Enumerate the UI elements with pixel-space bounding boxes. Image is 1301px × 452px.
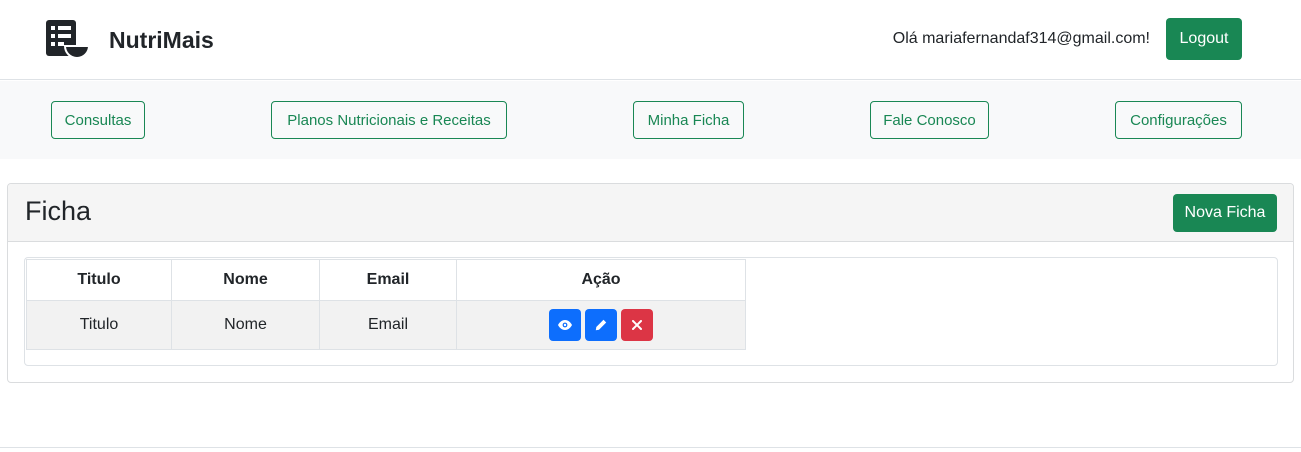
table-container: Titulo Nome Email Ação Titulo Nome Email xyxy=(24,257,1278,366)
logout-button[interactable]: Logout xyxy=(1166,18,1242,60)
cell-nome: Nome xyxy=(171,300,320,350)
column-header-acao: Ação xyxy=(456,259,746,301)
ficha-table: Titulo Nome Email Ação Titulo Nome Email xyxy=(26,259,746,350)
view-button[interactable] xyxy=(549,309,581,341)
table-header-row: Titulo Nome Email Ação xyxy=(26,259,746,301)
eye-icon xyxy=(558,320,572,330)
nav-planos-nutricionais[interactable]: Planos Nutricionais e Receitas xyxy=(271,101,507,139)
top-header: NutriMais Olá mariafernandaf314@gmail.co… xyxy=(0,0,1301,80)
card-header: Ficha Nova Ficha xyxy=(8,184,1293,242)
nav-fale-conosco[interactable]: Fale Conosco xyxy=(870,101,989,139)
user-greeting: Olá mariafernandaf314@gmail.com! xyxy=(892,30,1150,47)
main-nav: Consultas Planos Nutricionais e Receitas… xyxy=(0,81,1301,159)
column-header-nome: Nome xyxy=(171,259,320,301)
footer-divider xyxy=(0,447,1301,448)
column-header-email: Email xyxy=(319,259,457,301)
pencil-icon xyxy=(595,319,607,331)
menu-bowl-icon xyxy=(46,20,90,60)
nav-consultas[interactable]: Consultas xyxy=(51,101,145,139)
new-ficha-button[interactable]: Nova Ficha xyxy=(1173,194,1277,232)
ficha-card: Ficha Nova Ficha Titulo Nome Email Ação … xyxy=(7,183,1294,383)
nav-configuracoes[interactable]: Configurações xyxy=(1115,101,1242,139)
cell-actions xyxy=(456,300,746,350)
brand-name: NutriMais xyxy=(109,27,214,53)
close-icon xyxy=(632,320,642,330)
cell-email: Email xyxy=(319,300,457,350)
edit-button[interactable] xyxy=(585,309,617,341)
table-row: Titulo Nome Email xyxy=(26,300,746,350)
page-title: Ficha xyxy=(25,196,92,226)
delete-button[interactable] xyxy=(621,309,653,341)
column-header-titulo: Titulo xyxy=(26,259,172,301)
cell-titulo: Titulo xyxy=(26,300,172,350)
nav-minha-ficha[interactable]: Minha Ficha xyxy=(633,101,744,139)
